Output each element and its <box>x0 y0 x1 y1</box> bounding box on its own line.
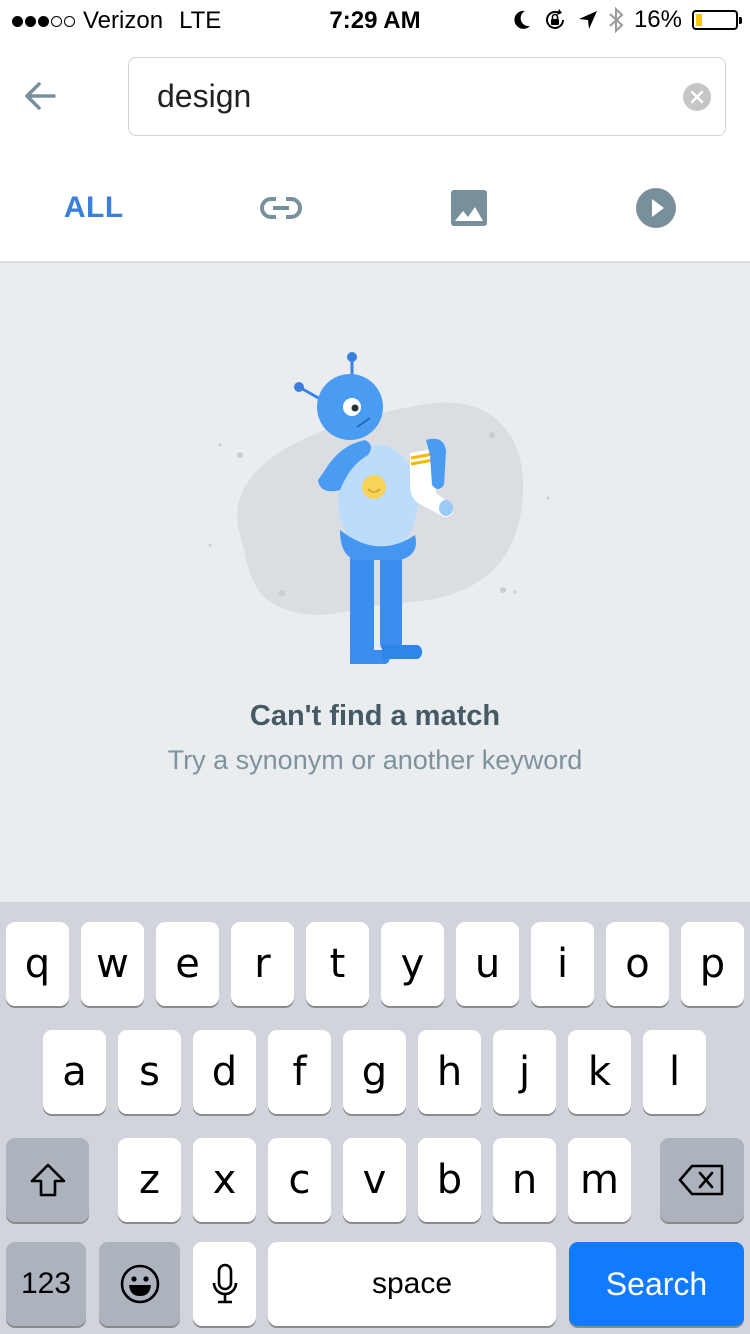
key-u[interactable]: u <box>456 922 519 1006</box>
search-input[interactable] <box>157 58 677 134</box>
microphone-icon <box>212 1263 237 1304</box>
key-a[interactable]: a <box>43 1030 106 1114</box>
backspace-key[interactable] <box>660 1138 744 1222</box>
battery-percent: 16% <box>633 6 682 33</box>
alien-illustration <box>208 352 550 664</box>
keyboard: 123 space Search qwertyuiop asdfghjkl zxcv… <box>0 902 750 1334</box>
clear-search-button[interactable] <box>683 83 711 111</box>
key-e[interactable]: e <box>156 922 219 1006</box>
key-v[interactable]: v <box>343 1138 406 1222</box>
key-n[interactable]: n <box>493 1138 556 1222</box>
back-button[interactable] <box>20 76 60 116</box>
search-key[interactable]: Search <box>569 1242 744 1326</box>
key-c[interactable]: c <box>268 1138 331 1222</box>
play-circle-icon <box>636 188 677 228</box>
key-k[interactable]: k <box>568 1030 631 1114</box>
battery-level <box>696 14 703 26</box>
tab-videos[interactable] <box>563 170 750 246</box>
key-q[interactable]: q <box>6 922 69 1006</box>
search-header: ALL <box>0 40 750 263</box>
moon-icon <box>514 10 530 29</box>
shift-icon <box>30 1163 65 1197</box>
key-f[interactable]: f <box>268 1030 331 1114</box>
key-x[interactable]: x <box>193 1138 256 1222</box>
key-i[interactable]: i <box>531 922 594 1006</box>
search-box <box>128 57 726 136</box>
key-j[interactable]: j <box>493 1030 556 1114</box>
key-o[interactable]: o <box>606 922 669 1006</box>
tab-all[interactable]: ALL <box>0 170 188 246</box>
tab-images[interactable] <box>375 170 563 246</box>
bluetooth-icon <box>609 7 624 33</box>
empty-state-subtitle: Try a synonym or another keyword <box>167 745 583 775</box>
status-bar: Verizon LTE 7:29 AM 16% <box>0 0 750 40</box>
space-key[interactable]: space <box>268 1242 556 1326</box>
key-d[interactable]: d <box>193 1030 256 1114</box>
link-icon <box>260 197 303 219</box>
numbers-key[interactable]: 123 <box>6 1242 86 1326</box>
emoji-icon <box>120 1264 159 1304</box>
key-t[interactable]: t <box>306 922 369 1006</box>
battery-icon <box>692 10 742 30</box>
emoji-key[interactable] <box>99 1242 180 1326</box>
key-z[interactable]: z <box>118 1138 181 1222</box>
tab-all-label: ALL <box>63 191 124 224</box>
tab-links[interactable] <box>188 170 376 246</box>
key-l[interactable]: l <box>643 1030 706 1114</box>
key-g[interactable]: g <box>343 1030 406 1114</box>
key-h[interactable]: h <box>418 1030 481 1114</box>
arrow-left-icon <box>25 82 56 110</box>
key-s[interactable]: s <box>118 1030 181 1114</box>
key-r[interactable]: r <box>231 922 294 1006</box>
key-w[interactable]: w <box>81 922 144 1006</box>
status-right: 16% <box>512 6 742 34</box>
filter-tabs: ALL <box>0 170 750 246</box>
rotation-lock-icon <box>545 9 564 29</box>
key-p[interactable]: p <box>681 922 744 1006</box>
microphone-key[interactable] <box>193 1242 256 1326</box>
image-icon <box>450 190 487 226</box>
shift-key[interactable] <box>6 1138 89 1222</box>
key-b[interactable]: b <box>418 1138 481 1222</box>
key-y[interactable]: y <box>381 922 444 1006</box>
backspace-icon <box>678 1164 724 1196</box>
key-m[interactable]: m <box>568 1138 631 1222</box>
location-arrow-icon <box>578 11 597 29</box>
clear-circle-icon <box>690 90 704 104</box>
empty-state-title: Can't find a match <box>249 700 501 732</box>
